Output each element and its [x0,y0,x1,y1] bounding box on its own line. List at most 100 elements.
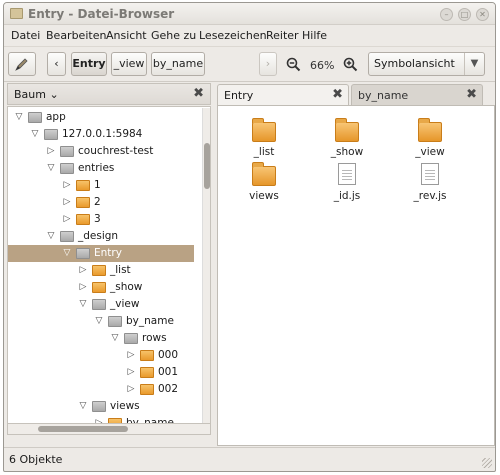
tree-vertical-scrollbar[interactable] [202,108,210,423]
folder-icon [76,180,90,191]
tree-node[interactable]: ▷ 2 [8,194,194,211]
expander-expanded-icon[interactable]: ▽ [78,296,88,313]
expander-collapsed-icon[interactable]: ▷ [126,381,136,398]
tree-node[interactable]: ▽ app [8,109,194,126]
status-bar: 6 Objekte [4,447,495,471]
folder-icon [76,214,90,225]
sidebar-header[interactable]: Baum ⌄ ✖ [7,83,211,105]
tree-node-label: entries [78,162,115,174]
expander-collapsed-icon[interactable]: ▷ [94,415,104,423]
menu-edit[interactable]: Bearbeiten [46,29,106,42]
tree-node[interactable]: ▽ _view [8,296,194,313]
scrollbar-thumb[interactable] [204,143,210,189]
tree-node[interactable]: ▽ rows [8,330,194,347]
expander-expanded-icon[interactable]: ▽ [30,126,40,143]
expander-expanded-icon[interactable]: ▽ [14,109,24,126]
tree-node[interactable]: ▷ 001 [8,364,194,381]
tree-node[interactable]: ▽ entries [8,160,194,177]
tree-node-label: _show [110,281,143,293]
tree-node-label: 2 [94,196,101,208]
tree-node[interactable]: ▷ 3 [8,211,194,228]
expander-collapsed-icon[interactable]: ▷ [62,211,72,228]
expander-collapsed-icon[interactable]: ▷ [78,279,88,296]
folder-icon [140,367,154,378]
close-window-button[interactable]: ✕ [476,8,489,21]
view-mode-select[interactable]: Symbolansicht ▼ [368,52,485,76]
document-icon [421,163,439,185]
menu-view[interactable]: Ansicht [106,29,147,42]
file-item[interactable]: _id.js [312,158,382,214]
folder-icon [76,197,90,208]
resize-grip[interactable] [482,458,492,468]
tree-node-label: couchrest-test [78,145,154,157]
expander-expanded-icon[interactable]: ▽ [94,313,104,330]
document-icon [338,163,356,185]
chevron-down-icon: ⌄ [49,88,59,101]
minimize-button[interactable]: – [440,8,453,21]
tree-node-label: 3 [94,213,101,225]
path-button-view[interactable]: _view [111,52,147,76]
tree-node[interactable]: ▷ _show [8,279,194,296]
path-forward-button[interactable]: › [259,52,277,76]
tree-node-label: by_name [126,417,174,424]
edit-location-button[interactable] [8,52,36,76]
window-title: Entry - Datei-Browser [28,7,175,21]
expander-collapsed-icon[interactable]: ▷ [46,143,56,160]
sidebar-panel: Baum ⌄ ✖ ▽ app ▽ 127.0.0.1:5984 ▷ couchrest-t… [7,83,211,446]
expander-expanded-icon[interactable]: ▽ [78,398,88,415]
path-button-entry[interactable]: Entry [71,52,107,76]
file-item[interactable]: _rev.js [395,158,465,214]
chevron-down-icon: ▼ [464,53,484,75]
close-sidebar-icon[interactable]: ✖ [193,86,204,101]
folder-icon [92,299,106,310]
expander-collapsed-icon[interactable]: ▷ [62,194,72,211]
icon-view: _list _show _view views _id.js _rev.js [217,105,495,446]
tree-node[interactable]: ▽ _design [8,228,194,245]
tree-node[interactable]: ▷ 000 [8,347,194,364]
expander-expanded-icon[interactable]: ▽ [46,160,56,177]
maximize-button[interactable]: □ [458,8,471,21]
tab-entry[interactable]: Entry ✖ [217,84,349,105]
menu-go[interactable]: Gehe zu [151,29,196,42]
menu-help[interactable]: Hilfe [302,29,327,42]
tree-node-label: views [110,400,140,412]
file-name: _id.js [333,190,361,202]
file-name: _show [330,146,364,158]
tree-node[interactable]: ▽ views [8,398,194,415]
expander-collapsed-icon[interactable]: ▷ [126,347,136,364]
tree-node[interactable]: ▷ couchrest-test [8,143,194,160]
tree-node[interactable]: ▷ by_name [8,415,194,424]
menu-tabs[interactable]: Reiter [266,29,299,42]
zoom-in-icon[interactable] [343,57,358,72]
expander-collapsed-icon[interactable]: ▷ [126,364,136,381]
status-text: 6 Objekte [9,453,63,466]
tree-node[interactable]: ▷ _list [8,262,194,279]
expander-expanded-icon[interactable]: ▽ [46,228,56,245]
close-tab-icon[interactable]: ✖ [466,87,477,102]
menu-bookmarks[interactable]: Lesezeichen [199,29,267,42]
file-name: _view [415,146,445,158]
tree-node[interactable]: ▷ 1 [8,177,194,194]
zoom-out-icon[interactable] [286,57,301,72]
tree-node[interactable]: ▷ 002 [8,381,194,398]
path-button-by-name[interactable]: by_name [151,52,205,76]
expander-collapsed-icon[interactable]: ▷ [62,177,72,194]
tree-node-label: _list [110,264,131,276]
expander-collapsed-icon[interactable]: ▷ [78,262,88,279]
expander-expanded-icon[interactable]: ▽ [110,330,120,347]
tab-by-name[interactable]: by_name ✖ [351,84,483,105]
path-back-button[interactable]: ‹ [47,52,66,76]
expander-expanded-icon[interactable]: ▽ [62,245,72,262]
scrollbar-thumb[interactable] [38,426,128,432]
file-item[interactable]: views [229,158,299,214]
tree-node[interactable]: ▽ by_name [8,313,194,330]
tree-horizontal-scrollbar[interactable] [7,424,211,435]
folder-icon [92,401,106,412]
tree-node-label: _view [110,298,140,310]
folder-icon [140,384,154,395]
tree-node[interactable]: ▽ Entry [8,245,194,262]
menu-file[interactable]: Datei [11,29,40,42]
close-tab-icon[interactable]: ✖ [332,87,343,102]
tree-node[interactable]: ▽ 127.0.0.1:5984 [8,126,194,143]
folder-icon [140,350,154,361]
